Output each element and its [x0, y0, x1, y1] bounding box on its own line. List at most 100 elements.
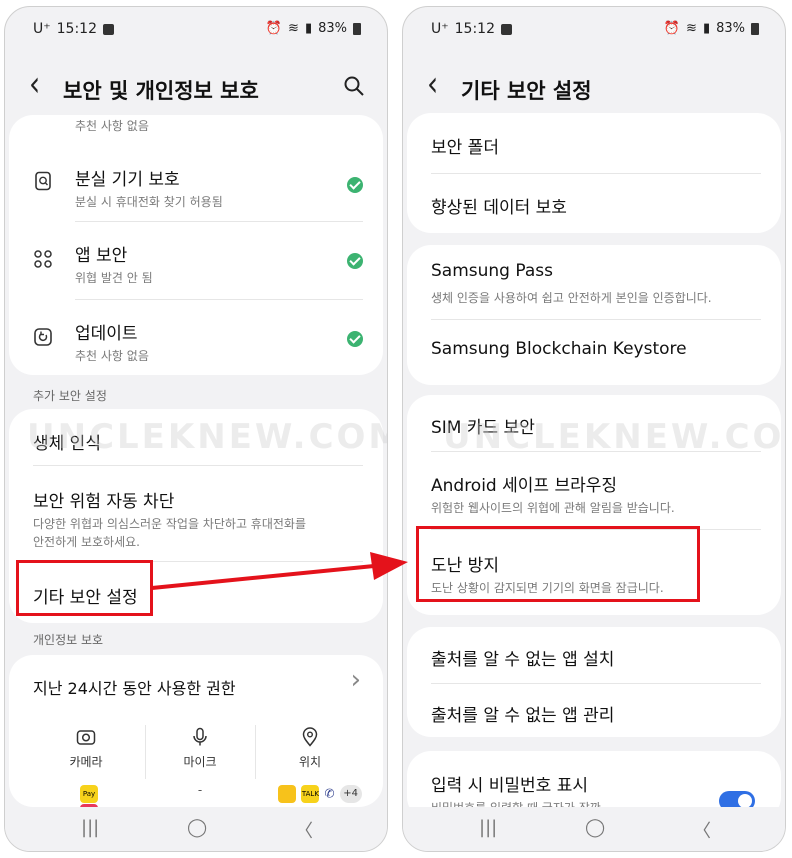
permission-tiles: 카메라 Pay 마이크 - 위치 TALK ✆ +4 [9, 711, 383, 807]
location-label: 위치 [298, 755, 322, 769]
page-title: 보안 및 개인정보 보호 [63, 79, 259, 103]
app-security-row[interactable]: 앱 보안 위협 발견 안 됨 [9, 223, 383, 299]
home-button[interactable]: ◯ [585, 817, 605, 838]
home-button[interactable]: ◯ [187, 817, 207, 838]
app-icon [278, 784, 297, 803]
manage-unknown-label: 출처를 알 수 없는 앱 관리 [431, 706, 615, 726]
battery-icon [353, 22, 361, 35]
lost-device-sub: 분실 시 휴대전화 찾기 허용됨 [75, 195, 223, 209]
app-grid-icon [34, 250, 52, 268]
folder-card: 보안 폴더 향상된 데이터 보호 [407, 113, 781, 233]
divider [75, 299, 363, 300]
right-phone-screen: U⁺ 15:12 ⏰ ≋ ▮ 83% ‹ 기타 보안 설정 보안 폴더 향상된 … [402, 6, 786, 852]
search-icon[interactable] [343, 75, 365, 97]
app-security-label: 앱 보안 [75, 246, 128, 266]
battery-percent: 83% [318, 21, 347, 36]
enhanced-data-label: 향상된 데이터 보호 [431, 198, 567, 218]
status-bar: U⁺ 15:12 ⏰ ≋ ▮ 83% [403, 17, 785, 43]
samsung-pass-sub: 생체 인증을 사용하여 쉽고 안전하게 본인을 인증합니다. [431, 291, 712, 305]
permissions-label: 지난 24시간 동안 사용한 권한 [33, 679, 236, 698]
signal-icon: ▮ [702, 21, 711, 36]
navigation-bar: ||| ◯ 〈 [403, 807, 785, 851]
recents-button[interactable]: ||| [479, 817, 497, 838]
auto-blocker-sub-1: 다양한 위협과 의심스러운 작업을 차단하고 휴대전화를 [33, 517, 306, 531]
clock: 15:12 [454, 21, 495, 37]
manage-unknown-row[interactable]: 출처를 알 수 없는 앱 관리 [407, 685, 781, 737]
samsung-card: Samsung Pass 생체 인증을 사용하여 쉽고 안전하게 본인을 인증합… [407, 245, 781, 385]
chevron-right-icon: › [350, 665, 361, 695]
divider [431, 319, 761, 320]
secure-folder-row[interactable]: 보안 폴더 [407, 113, 781, 171]
wifi-icon: ≋ [288, 21, 299, 36]
unknown-apps-card: 출처를 알 수 없는 앱 설치 출처를 알 수 없는 앱 관리 [407, 627, 781, 737]
enhanced-data-row[interactable]: 향상된 데이터 보호 [407, 175, 781, 231]
partial-sub: 추천 사항 없음 [75, 119, 149, 133]
divider [75, 221, 363, 222]
blockchain-label: Samsung Blockchain Keystore [431, 339, 687, 359]
divider [145, 725, 146, 779]
gallery-icon [103, 23, 114, 35]
divider [33, 465, 363, 466]
divider [431, 173, 761, 174]
divider [255, 725, 256, 779]
wifi-icon: ≋ [686, 21, 697, 36]
phone-icon: ✆ [324, 786, 335, 801]
install-unknown-row[interactable]: 출처를 알 수 없는 앱 설치 [407, 627, 781, 683]
app-security-sub: 위협 발견 안 됨 [75, 271, 153, 285]
safe-browsing-label: Android 세이프 브라우징 [431, 476, 618, 496]
page-title: 기타 보안 설정 [461, 79, 592, 103]
watermark: UNCLEKNEW.COM [27, 417, 388, 457]
check-icon [347, 331, 363, 347]
safe-browsing-row[interactable]: Android 세이프 브라우징 위험한 웹사이트의 위협에 관해 알림을 받습… [407, 453, 781, 527]
clock: 15:12 [56, 21, 97, 37]
auto-blocker-label: 보안 위험 자동 차단 [33, 492, 175, 512]
highlight-box-other-settings [16, 560, 153, 616]
gallery-icon [501, 23, 512, 35]
section-header-extra: 추가 보안 설정 [33, 389, 107, 403]
update-sub: 추천 사항 없음 [75, 349, 149, 363]
samsung-pass-label: Samsung Pass [431, 261, 553, 281]
section-header-privacy: 개인정보 보호 [33, 633, 104, 647]
location-app-icons: TALK ✆ +4 [275, 783, 365, 803]
blockchain-row[interactable]: Samsung Blockchain Keystore [407, 321, 781, 385]
samsung-pass-row[interactable]: Samsung Pass 생체 인증을 사용하여 쉽고 안전하게 본인을 인증합… [407, 245, 781, 321]
update-row[interactable]: 업데이트 추천 사항 없음 [9, 301, 383, 373]
more-apps-count: +4 [339, 784, 362, 803]
privacy-card: 지난 24시간 동안 사용한 권한 › 카메라 Pay 마이크 - 위치 TAL… [9, 655, 383, 807]
microphone-apps: - [197, 783, 203, 797]
update-label: 업데이트 [75, 324, 138, 344]
alarm-icon: ⏰ [663, 21, 681, 36]
signal-icon: ▮ [304, 21, 313, 36]
security-status-card: 추천 사항 없음 분실 기기 보호 분실 시 휴대전화 찾기 허용됨 앱 보안 … [9, 115, 383, 375]
battery-percent: 83% [716, 21, 745, 36]
watermark: UNCLEKNEW.COM [443, 417, 786, 457]
update-icon [34, 328, 52, 346]
show-password-label: 입력 시 비밀번호 표시 [431, 776, 588, 796]
back-button[interactable]: ‹ [29, 63, 40, 104]
left-phone-screen: U⁺ 15:12 ⏰ ≋ ▮ 83% ‹ 보안 및 개인정보 보호 추천 사항 … [4, 6, 388, 852]
microphone-icon [193, 727, 207, 746]
alarm-icon: ⏰ [265, 21, 283, 36]
carrier-label: U⁺ [33, 21, 51, 37]
location-icon [302, 727, 318, 747]
permissions-row[interactable]: 지난 24시간 동안 사용한 권한 › [9, 655, 383, 711]
kakaotalk-icon: TALK [301, 784, 320, 803]
battery-icon [751, 22, 759, 35]
lost-device-label: 분실 기기 보호 [75, 170, 180, 190]
camera-app-icons: Pay [69, 783, 109, 807]
navigation-bar: ||| ◯ 〈 [5, 807, 387, 851]
back-nav-button[interactable]: 〈 [693, 817, 711, 843]
recents-button[interactable]: ||| [81, 817, 99, 838]
check-icon [347, 177, 363, 193]
auto-blocker-sub-2: 안전하게 보호하세요. [33, 535, 140, 549]
camera-label: 카메라 [69, 755, 103, 769]
highlight-box-theft-protection [416, 526, 700, 602]
lost-device-icon [35, 171, 51, 191]
safe-browsing-sub: 위험한 웹사이트의 위협에 관해 알림을 받습니다. [431, 501, 675, 515]
status-bar: U⁺ 15:12 ⏰ ≋ ▮ 83% [5, 17, 387, 43]
back-nav-button[interactable]: 〈 [295, 817, 313, 843]
camera-icon [76, 730, 96, 745]
secure-folder-label: 보안 폴더 [431, 138, 499, 158]
back-button[interactable]: ‹ [427, 63, 438, 104]
lost-device-row[interactable]: 분실 기기 보호 분실 시 휴대전화 찾기 허용됨 [9, 147, 383, 219]
